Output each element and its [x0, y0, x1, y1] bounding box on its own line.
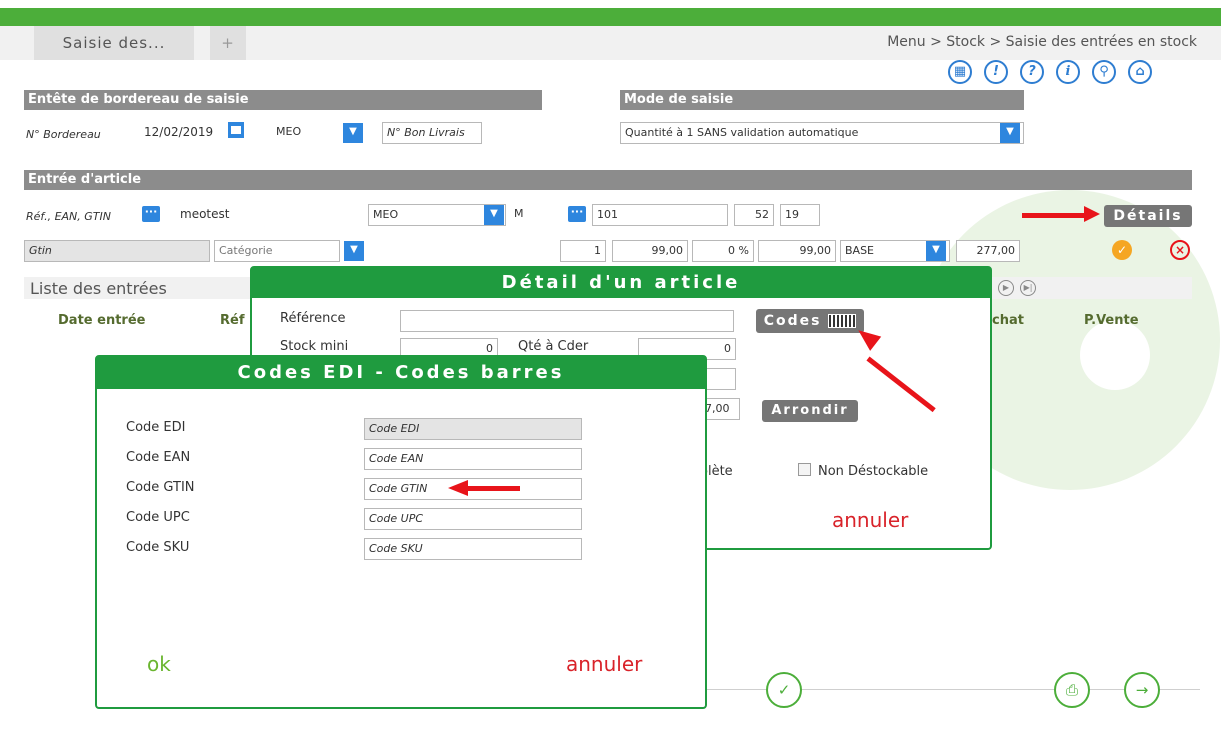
- tab-saisie[interactable]: Saisie des...: [34, 26, 194, 60]
- total-field[interactable]: 277,00: [956, 240, 1020, 262]
- red-arrow-head: [1084, 206, 1100, 222]
- liste-title: Liste des entrées: [30, 279, 167, 298]
- qty-field[interactable]: 1: [560, 240, 606, 262]
- unit-lookup-button[interactable]: ···: [568, 206, 586, 222]
- delete-icon[interactable]: ×: [1170, 240, 1190, 260]
- background-decoration-dot: [1080, 320, 1150, 390]
- chevron-down-icon[interactable]: ▼: [1000, 123, 1020, 143]
- code-field[interactable]: 101: [592, 204, 728, 226]
- num2-field[interactable]: 19: [780, 204, 820, 226]
- red-arrow-indicator: [468, 486, 520, 491]
- top-green-bar: [0, 8, 1221, 26]
- print-icon[interactable]: ⎙: [1054, 672, 1090, 708]
- code-sku-field[interactable]: Code SKU: [364, 538, 582, 560]
- next-page-icon[interactable]: ▶: [998, 280, 1014, 296]
- ref-lookup-button[interactable]: ···: [142, 206, 160, 222]
- home-icon[interactable]: ⌂: [1128, 60, 1152, 84]
- last-page-icon[interactable]: ▶|: [1020, 280, 1036, 296]
- detail-cancel-button[interactable]: annuler: [832, 508, 908, 532]
- gtin-field[interactable]: Gtin: [24, 240, 210, 262]
- red-arrow-indicator: [1022, 213, 1088, 218]
- reference-label: Référence: [280, 311, 346, 326]
- mode-saisie-title: Mode de saisie: [620, 90, 1024, 110]
- chevron-down-icon[interactable]: ▼: [344, 241, 364, 261]
- col-date-entree: Date entrée: [58, 313, 146, 328]
- num1-field[interactable]: 52: [734, 204, 774, 226]
- validate-icon[interactable]: ✓: [1112, 240, 1132, 260]
- arrondir-button[interactable]: Arrondir: [762, 400, 858, 422]
- col-prix-achat: chat: [992, 313, 1024, 328]
- detail-dialog-title: Détail d'un article: [252, 268, 990, 298]
- calendar-icon[interactable]: ▦: [948, 60, 972, 84]
- code-upc-label: Code UPC: [126, 510, 190, 525]
- new-tab-button[interactable]: +: [210, 26, 246, 60]
- col-reference: Réf: [220, 313, 245, 328]
- non-destockable-checkbox[interactable]: [798, 463, 811, 476]
- barcode-icon: [828, 314, 857, 328]
- non-destockable-label: Non Déstockable: [818, 464, 929, 479]
- col-prix-vente: P.Vente: [1084, 313, 1139, 328]
- exit-icon[interactable]: →: [1124, 672, 1160, 708]
- mode-saisie-select[interactable]: Quantité à 1 SANS validation automatique: [620, 122, 1024, 144]
- breadcrumb: Menu > Stock > Saisie des entrées en sto…: [887, 34, 1197, 50]
- alert-icon[interactable]: !: [984, 60, 1008, 84]
- details-button[interactable]: Détails: [1104, 205, 1192, 227]
- help-icon[interactable]: ?: [1020, 60, 1044, 84]
- net-price-field[interactable]: 99,00: [758, 240, 836, 262]
- code-edi-label: Code EDI: [126, 420, 186, 435]
- chevron-down-icon[interactable]: ▼: [926, 241, 946, 261]
- qte-cder-label: Qté à Cder: [518, 339, 589, 354]
- code-ean-field[interactable]: Code EAN: [364, 448, 582, 470]
- entree-article-title: Entrée d'article: [24, 170, 1192, 190]
- search-icon[interactable]: ⚲: [1092, 60, 1116, 84]
- date-field[interactable]: 12/02/2019: [140, 122, 232, 144]
- unit-field[interactable]: M: [510, 204, 560, 226]
- codes-ok-button[interactable]: ok: [147, 652, 171, 676]
- chevron-down-icon[interactable]: ▼: [484, 205, 504, 225]
- categorie-select[interactable]: Catégorie: [214, 240, 340, 262]
- code-gtin-label: Code GTIN: [126, 480, 195, 495]
- info-icon[interactable]: i: [1056, 60, 1080, 84]
- code-edi-field[interactable]: Code EDI: [364, 418, 582, 440]
- validate-list-icon[interactable]: ✓: [766, 672, 802, 708]
- codes-cancel-button[interactable]: annuler: [566, 652, 642, 676]
- calendar-picker-icon[interactable]: [228, 122, 244, 138]
- code-upc-field[interactable]: Code UPC: [364, 508, 582, 530]
- reference-field[interactable]: [400, 310, 734, 332]
- ref-field[interactable]: meotest: [176, 204, 360, 226]
- price-field[interactable]: 99,00: [612, 240, 688, 262]
- code-ean-label: Code EAN: [126, 450, 191, 465]
- bordereau-label: N° Bordereau: [26, 128, 101, 141]
- codes-button-label: Codes: [763, 313, 822, 329]
- codes-button[interactable]: Codes: [756, 309, 864, 333]
- stock-mini-label: Stock mini: [280, 339, 349, 354]
- chevron-down-icon[interactable]: ▼: [343, 123, 363, 143]
- bon-livraison-field[interactable]: N° Bon Livrais: [382, 122, 482, 144]
- red-arrow-head: [448, 480, 468, 496]
- entete-section-title: Entête de bordereau de saisie: [24, 90, 542, 110]
- ref-label: Réf., EAN, GTIN: [26, 210, 111, 223]
- discount-field[interactable]: 0 %: [692, 240, 754, 262]
- meo-select[interactable]: MEO: [272, 122, 340, 144]
- code-sku-label: Code SKU: [126, 540, 190, 555]
- codes-dialog-title: Codes EDI - Codes barres: [97, 357, 705, 389]
